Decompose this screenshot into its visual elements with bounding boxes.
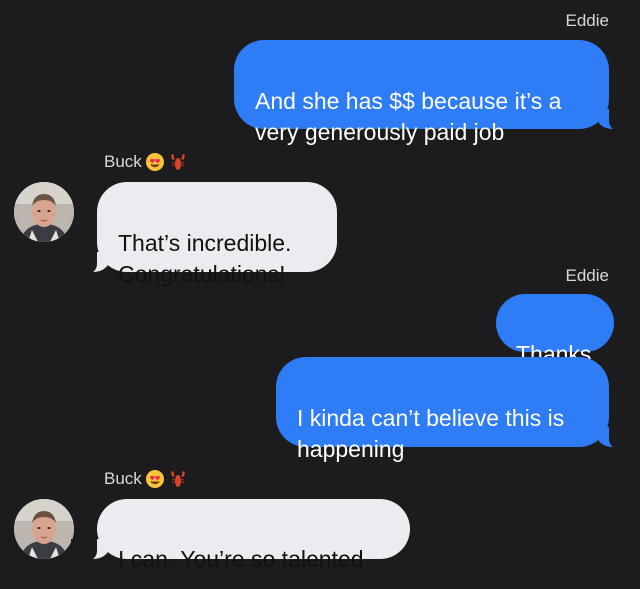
lobster-emoji-icon	[168, 469, 188, 489]
message-text: That’s incredible. Congratulations!	[118, 230, 292, 287]
sender-name-eddie: Eddie	[565, 11, 609, 30]
sender-name-eddie: Eddie	[565, 266, 609, 285]
avatar-photo-icon	[14, 499, 74, 559]
message-text: I can. You’re so talented	[118, 546, 364, 572]
sender-name-label: Buck	[104, 469, 142, 488]
sender-name-buck: Buck	[104, 152, 188, 172]
avatar-photo-icon	[14, 182, 74, 242]
message-bubble-incoming[interactable]: I can. You’re so talented	[71, 499, 410, 572]
sender-name-label: Buck	[104, 152, 142, 171]
heart-eyes-emoji-icon	[145, 469, 165, 489]
buck-avatar[interactable]	[14, 182, 74, 242]
message-text: And she has $$ because it’s a very gener…	[255, 88, 562, 145]
message-bubble-outgoing[interactable]: I kinda can’t believe this is happening	[276, 357, 635, 462]
sender-name-buck: Buck	[104, 469, 188, 489]
lobster-emoji-icon	[168, 152, 188, 172]
message-bubble-incoming[interactable]: That’s incredible. Congratulations!	[71, 182, 337, 287]
heart-eyes-emoji-icon	[145, 152, 165, 172]
message-bubble-outgoing[interactable]: Thanks	[496, 294, 614, 367]
message-text: I kinda can’t believe this is happening	[297, 405, 565, 462]
message-bubble-outgoing[interactable]: And she has $$ because it’s a very gener…	[234, 40, 635, 145]
buck-avatar[interactable]	[14, 499, 74, 559]
